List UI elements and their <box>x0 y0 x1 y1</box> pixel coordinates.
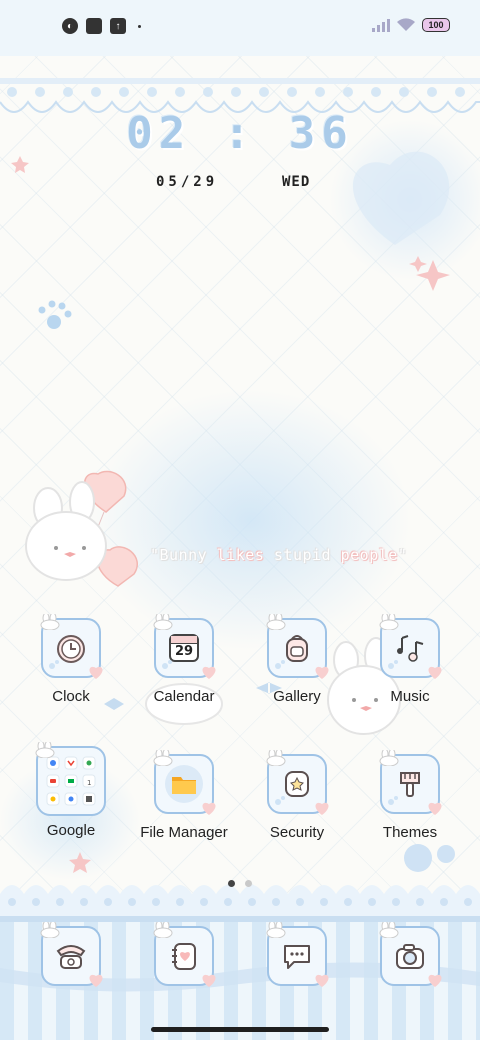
app-label: Calendar <box>153 688 215 705</box>
gallery-icon[interactable] <box>266 614 329 679</box>
heart-decoration-icon <box>315 802 329 815</box>
bunny-decoration-icon <box>153 922 173 938</box>
heart-decoration-icon <box>315 666 329 679</box>
app-label: Security <box>269 824 325 841</box>
app-label: Themes <box>382 824 438 841</box>
bubbles-decoration-icon <box>388 796 398 805</box>
bunny-decoration-icon <box>40 922 60 938</box>
app-label: Music <box>390 688 430 705</box>
page-dot <box>245 880 252 887</box>
app-calendar[interactable]: 29 Calendar <box>128 614 240 705</box>
bunny-decoration-icon <box>379 614 399 630</box>
dock-camera[interactable] <box>354 922 466 987</box>
quote-highlight: people <box>340 546 398 564</box>
app-clock[interactable]: Clock <box>15 614 127 705</box>
quote-highlight: likes <box>216 546 265 564</box>
messages-icon[interactable] <box>266 922 329 987</box>
app-gallery[interactable]: Gallery <box>241 614 353 705</box>
bunny-decoration-icon <box>266 614 286 630</box>
paw-print-icon <box>38 300 72 329</box>
battery-indicator: 100 <box>422 18 450 32</box>
app-label: Gallery <box>273 688 321 705</box>
app-file-manager[interactable]: File Manager <box>128 750 240 841</box>
phone-icon[interactable] <box>40 922 103 987</box>
square-app-icon <box>86 18 102 34</box>
calendar-icon[interactable]: 29 <box>153 614 216 679</box>
music-icon[interactable] <box>379 614 442 679</box>
bunny-decoration-icon <box>153 750 173 766</box>
security-icon[interactable] <box>266 750 329 815</box>
status-bar: ◐ ↑ 100 <box>0 0 480 56</box>
clock-date: 05/29 <box>156 174 219 190</box>
app-notification-icon: ◐ <box>62 18 78 34</box>
contacts-icon[interactable] <box>153 922 216 987</box>
folder-glyph <box>165 765 203 803</box>
heart-decoration-icon <box>428 666 442 679</box>
quote-part: stupid <box>264 546 341 564</box>
calendar-glyph: 29 <box>169 634 199 662</box>
bubbles-decoration-icon <box>275 660 285 669</box>
bunny-illustration <box>25 481 107 581</box>
app-label: Google <box>46 822 96 839</box>
heart-icon <box>352 151 450 245</box>
app-music[interactable]: Music <box>354 614 466 705</box>
clock-weekday: WED <box>282 174 311 190</box>
wallpaper-quote: "Bunny likes stupid people" <box>150 546 407 564</box>
camera-glyph <box>396 944 424 969</box>
folder-icon[interactable] <box>153 750 216 815</box>
more-notifications-dot <box>138 24 141 28</box>
heart-decoration-icon <box>89 974 103 987</box>
bubbles-decoration-icon <box>162 660 172 669</box>
folder-apps-grid: 1 <box>46 756 96 806</box>
page-dot-active <box>228 880 235 887</box>
dock-phone[interactable] <box>15 922 127 987</box>
heart-decoration-icon <box>202 666 216 679</box>
dock-messages[interactable] <box>241 922 353 987</box>
heart-decoration-icon <box>202 974 216 987</box>
quote-part: " <box>397 546 408 564</box>
app-label: File Manager <box>140 824 228 841</box>
app-google-folder[interactable]: 1 Google <box>15 742 127 839</box>
app-themes[interactable]: Themes <box>354 750 466 841</box>
app-security[interactable]: Security <box>241 750 353 841</box>
cell-signal-icon <box>372 18 390 32</box>
page-indicator[interactable] <box>228 880 252 887</box>
address-book-glyph <box>172 943 196 970</box>
upload-icon: ↑ <box>110 18 126 34</box>
clock-icon[interactable] <box>40 614 103 679</box>
wifi-icon <box>397 18 415 31</box>
bunny-decoration-icon <box>266 750 286 766</box>
dock-contacts[interactable] <box>128 922 240 987</box>
bubbles-decoration-icon <box>388 660 398 669</box>
chat-bubble-glyph <box>284 945 310 969</box>
quote-part: "Bunny <box>150 546 217 564</box>
clock-time[interactable]: 02 : 36 <box>0 108 480 159</box>
heart-decoration-icon <box>428 802 442 815</box>
themes-icon[interactable] <box>379 750 442 815</box>
heart-decoration-icon <box>202 802 216 815</box>
calendar-day: 29 <box>174 644 194 659</box>
home-gesture-bar[interactable] <box>151 1027 329 1032</box>
google-folder-icon[interactable]: 1 <box>35 742 106 816</box>
bunny-decoration-icon <box>35 742 55 758</box>
telephone-glyph <box>56 945 86 969</box>
bunny-decoration-icon <box>40 614 60 630</box>
heart-decoration-icon <box>315 974 329 987</box>
bubbles-decoration-icon <box>275 796 285 805</box>
svg-text:1: 1 <box>87 779 91 787</box>
heart-decoration-icon <box>428 974 442 987</box>
heart-decoration-icon <box>89 666 103 679</box>
bunny-decoration-icon <box>379 750 399 766</box>
bunny-decoration-icon <box>379 922 399 938</box>
bunny-decoration-icon <box>266 922 286 938</box>
bunny-decoration-icon <box>153 614 173 630</box>
app-label: Clock <box>52 688 90 705</box>
camera-icon[interactable] <box>379 922 442 987</box>
bubbles-decoration-icon <box>49 660 59 669</box>
